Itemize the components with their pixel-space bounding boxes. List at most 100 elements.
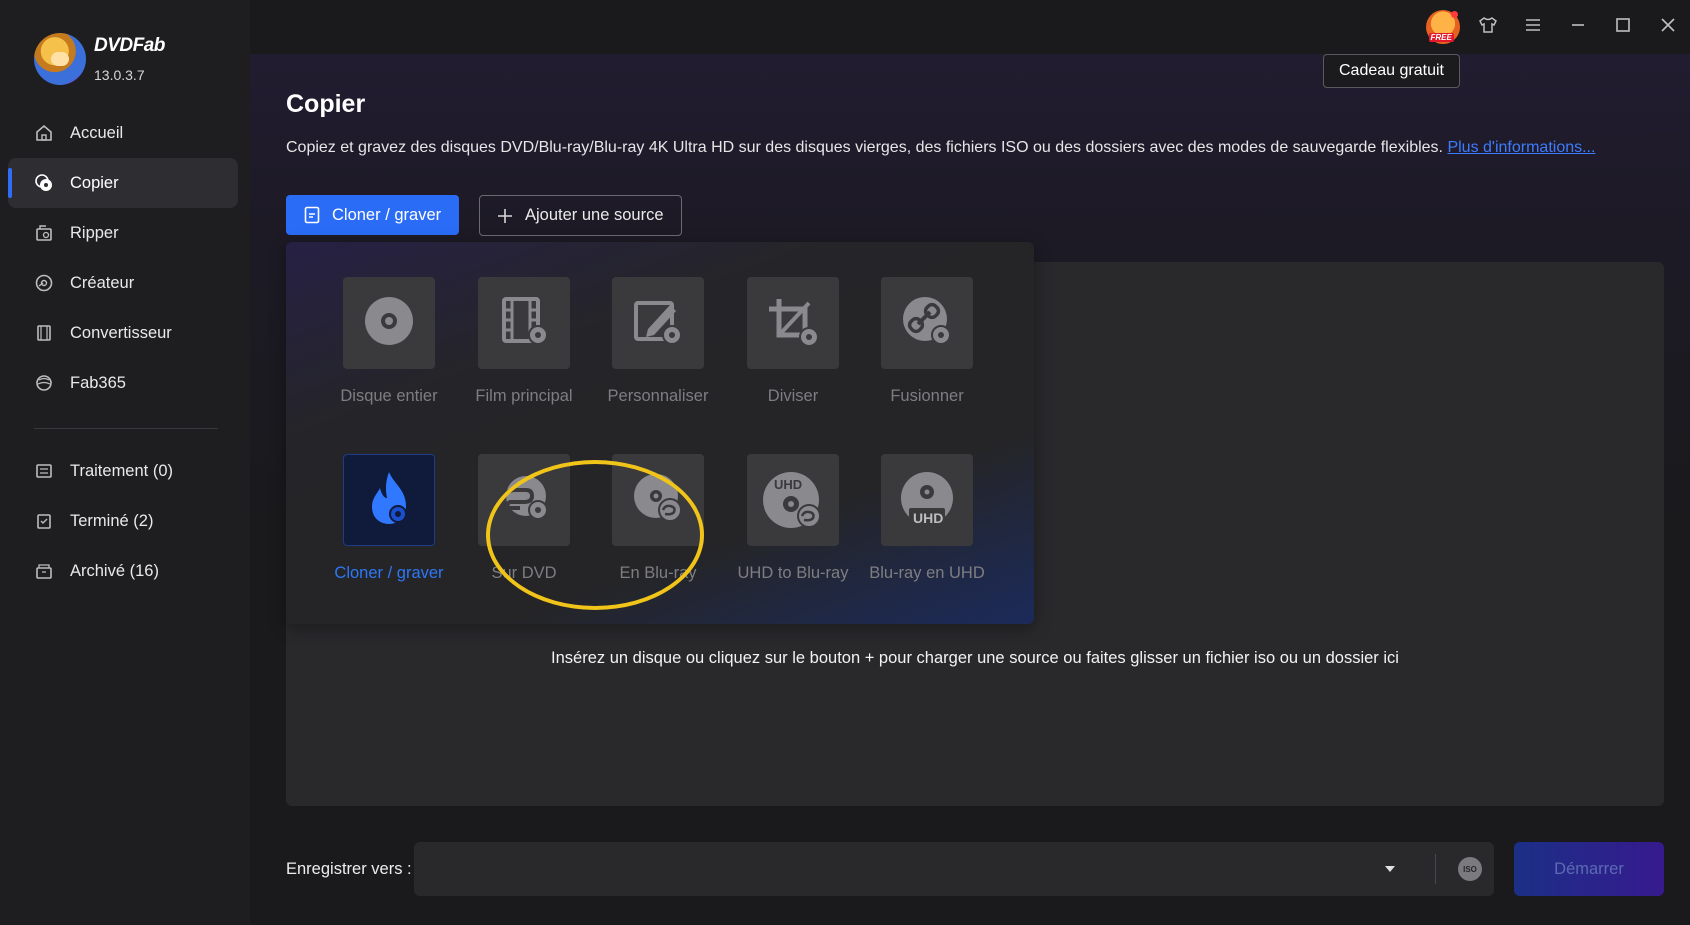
uhd-text: UHD [913,510,944,526]
app-name: DVDFab [94,35,165,56]
save-to-field[interactable]: ISO [414,842,1494,896]
app-logo: DVDFab 13.0.3.7 [34,33,165,85]
mode-button-label: Cloner / graver [332,205,442,224]
save-to-label: Enregistrer vers : [286,860,412,878]
flame-icon [364,470,414,531]
sidebar-item-label: Créateur [70,273,135,292]
free-badge: FREE [1428,33,1454,42]
add-source-button[interactable]: Ajouter une source [479,195,682,236]
mode-label: UHD to Blu-ray [737,564,849,582]
archive-icon [34,561,54,581]
page-title: Copier [286,90,366,118]
field-separator [1435,854,1436,884]
mode-tile [747,277,839,369]
gift-tooltip: Cadeau gratuit [1323,54,1460,88]
finished-icon [34,511,54,531]
fab365-icon [34,373,54,393]
mode-tile: UHD [881,454,973,546]
mode-tile [343,277,435,369]
main-content: FREE Cadeau gratuit Copier Copiez et gra… [250,0,1690,925]
mode-tile [478,277,570,369]
mode-switch-icon [304,206,320,224]
dvdfab-mascot-icon [34,33,86,85]
minimize-icon [1570,17,1586,38]
sidebar: DVDFab 13.0.3.7 Accueil Copier Ripper Cr… [0,0,250,925]
description-text: Copiez et gravez des disques DVD/Blu-ray… [286,139,1443,156]
drop-hint: Insérez un disque ou cliquez sur le bout… [551,649,1399,667]
mode-fusionner[interactable]: Fusionner [854,277,1000,406]
mode-film-principal[interactable]: Film principal [451,277,597,406]
customize-icon [632,295,684,352]
queue-nav: Traitement (0) Terminé (2) Archivé (16) [8,446,238,596]
mode-bluray-en-uhd[interactable]: UHD Blu-ray en UHD [854,454,1000,583]
mode-disque-entier[interactable]: Disque entier [316,277,462,406]
main-nav: Accueil Copier Ripper Créateur Convertis… [8,108,238,408]
mode-cloner-graver[interactable]: Cloner / graver [316,454,462,583]
mode-label: Fusionner [890,387,964,405]
iso-output-button[interactable]: ISO [1458,857,1482,881]
mode-tile: UHD [747,454,839,546]
sidebar-item-label: Traitement (0) [70,461,173,480]
menu-icon [1524,17,1542,38]
close-button[interactable] [1645,8,1690,46]
sidebar-item-copier[interactable]: Copier [8,158,238,208]
mode-label: Film principal [475,387,573,405]
mode-diviser[interactable]: Diviser [720,277,866,406]
maximize-button[interactable] [1600,8,1645,46]
mode-tile [881,277,973,369]
mode-label: Blu-ray en UHD [869,564,985,582]
maximize-icon [1615,17,1631,38]
gift-button[interactable]: FREE [1420,8,1465,46]
start-button[interactable]: Démarrer [1514,842,1664,896]
ripper-icon [34,223,54,243]
film-icon [498,295,550,352]
uhd-text: UHD [774,477,803,492]
minimize-button[interactable] [1555,8,1600,46]
creator-icon [34,273,54,293]
uhd-to-bluray-icon: UHD [761,468,825,532]
add-source-label: Ajouter une source [525,206,664,224]
sidebar-item-label: Convertisseur [70,323,172,342]
skin-button[interactable] [1465,8,1510,46]
page-description: Copiez et gravez des disques DVD/Blu-ray… [286,139,1595,157]
dropdown-caret-icon[interactable] [1384,862,1396,880]
sidebar-item-traitement[interactable]: Traitement (0) [8,446,238,496]
sidebar-item-label: Copier [70,173,119,192]
menu-button[interactable] [1510,8,1555,46]
clone-burn-mode-button[interactable]: Cloner / graver [286,195,459,235]
sidebar-divider [34,428,218,429]
sidebar-item-label: Accueil [70,123,124,142]
mode-label: Disque entier [340,387,438,405]
sidebar-item-label: Archivé (16) [70,561,159,580]
copy-disc-icon [34,173,54,193]
gift-icon: FREE [1425,10,1460,44]
sidebar-item-ripper[interactable]: Ripper [8,208,238,258]
plus-icon [497,208,513,224]
sidebar-item-label: Ripper [70,223,119,242]
mode-personnaliser[interactable]: Personnaliser [585,277,731,406]
mode-tile [343,454,435,546]
split-icon [765,295,821,352]
sidebar-item-archive[interactable]: Archivé (16) [8,546,238,596]
sidebar-item-label: Terminé (2) [70,511,154,530]
sidebar-item-label: Fab365 [70,373,126,392]
sidebar-item-termine[interactable]: Terminé (2) [8,496,238,546]
mode-label: Diviser [767,387,819,405]
more-info-link[interactable]: Plus d'informations... [1447,139,1595,156]
sidebar-item-convertisseur[interactable]: Convertisseur [8,308,238,358]
close-icon [1660,17,1676,38]
merge-icon [901,295,953,352]
bluray-to-uhd-icon: UHD [897,468,957,532]
mode-tile [612,277,704,369]
shirt-icon [1478,16,1498,39]
sidebar-item-createur[interactable]: Créateur [8,258,238,308]
app-version: 13.0.3.7 [94,67,145,83]
highlight-circle-annotation [486,460,704,610]
disc-icon [363,295,415,352]
sidebar-item-fab365[interactable]: Fab365 [8,358,238,408]
mode-label: Personnaliser [607,387,709,405]
mode-label: Cloner / graver [334,564,444,582]
sidebar-item-accueil[interactable]: Accueil [8,108,238,158]
mode-uhd-to-bluray[interactable]: UHD UHD to Blu-ray [720,454,866,583]
titlebar: FREE [250,0,1690,54]
